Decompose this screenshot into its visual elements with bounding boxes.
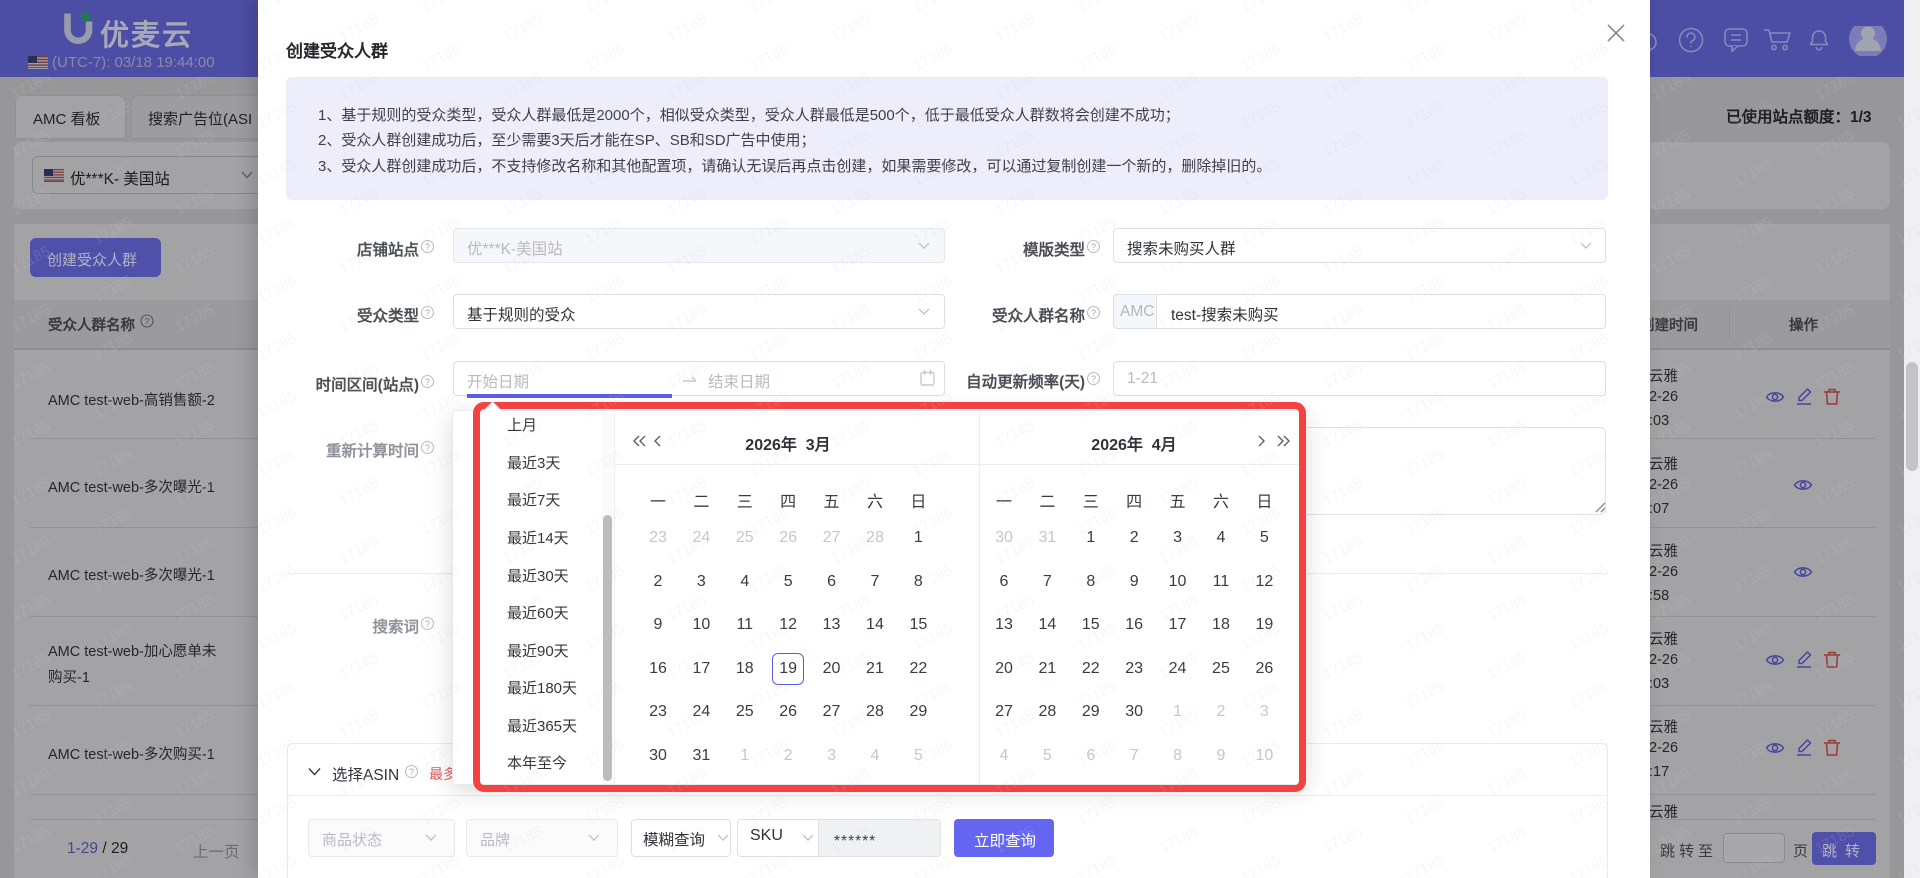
svg-text:?: ?	[1091, 242, 1096, 252]
svg-text:?: ?	[425, 242, 430, 252]
svg-text:?: ?	[1091, 308, 1096, 318]
svg-text:?: ?	[1091, 374, 1096, 384]
svg-text:?: ?	[145, 316, 150, 326]
svg-text:?: ?	[425, 377, 430, 387]
svg-text:?: ?	[425, 308, 430, 318]
svg-text:?: ?	[409, 767, 414, 777]
svg-text:?: ?	[425, 443, 430, 453]
svg-text:?: ?	[425, 619, 430, 629]
